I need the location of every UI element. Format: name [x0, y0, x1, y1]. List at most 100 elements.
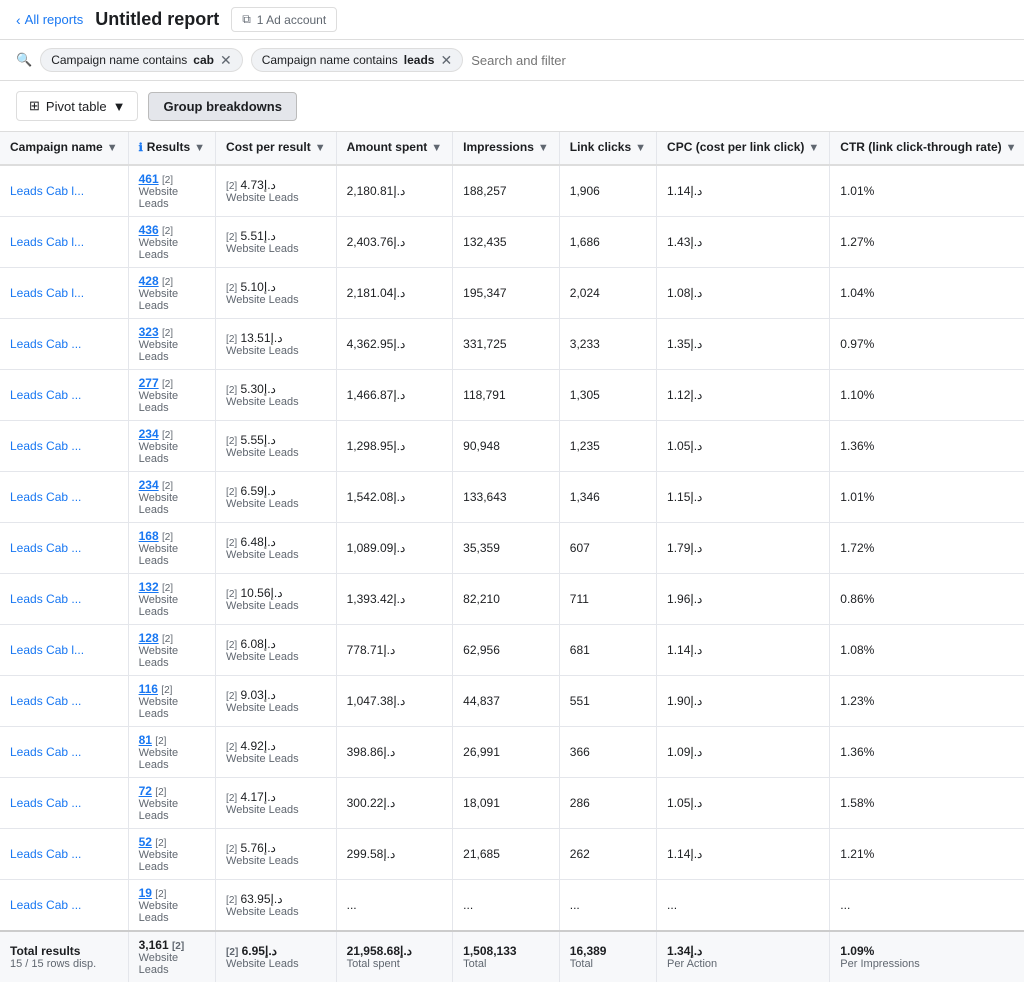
col-linkclicks: Link clicks ▼	[559, 132, 656, 165]
cell-amount-9: د.إ778.71	[336, 624, 453, 675]
campaign-link-4[interactable]: Leads Cab ...	[10, 388, 81, 402]
cell-cost-9: د.إ6.08 [2] Website Leads	[216, 624, 337, 675]
result-sub-4: Website Leads	[139, 390, 205, 414]
filter-search-input[interactable]	[471, 53, 1008, 68]
col-sort-impressions[interactable]: ▼	[538, 142, 549, 154]
col-sort-amount[interactable]: ▼	[431, 142, 442, 154]
result-num-2[interactable]: 428	[139, 274, 159, 288]
filter-bar: 🔍 Campaign name contains cab ✕ Campaign …	[0, 40, 1024, 81]
table-row: Leads Cab ... 277 [2] Website Leads د.إ5…	[0, 369, 1024, 420]
campaign-link-14[interactable]: Leads Cab ...	[10, 898, 81, 912]
cell-cost-10: د.إ9.03 [2] Website Leads	[216, 675, 337, 726]
cell-cpc-11: د.إ1.09	[657, 726, 830, 777]
cell-impressions-1: 132,435	[453, 216, 560, 267]
pivot-table-button[interactable]: ⊞ Pivot table ▼	[16, 91, 138, 121]
cell-cpc-9: د.إ1.14	[657, 624, 830, 675]
result-num-12[interactable]: 72	[139, 784, 152, 798]
ad-account-label: 1 Ad account	[257, 13, 326, 27]
campaign-link-0[interactable]: Leads Cab l...	[10, 184, 84, 198]
cell-cost-5: د.إ5.55 [2] Website Leads	[216, 420, 337, 471]
campaign-link-5[interactable]: Leads Cab ...	[10, 439, 81, 453]
group-breakdowns-button[interactable]: Group breakdowns	[148, 92, 296, 121]
result-num-8[interactable]: 132	[139, 580, 159, 594]
result-num-3[interactable]: 323	[139, 325, 159, 339]
cell-linkclicks-13: 262	[559, 828, 656, 879]
result-sub-12: Website Leads	[139, 798, 205, 822]
cell-campaign-9: Leads Cab l...	[0, 624, 128, 675]
col-sort-campaign[interactable]: ▼	[107, 142, 118, 154]
result-sub-1: Website Leads	[139, 237, 205, 261]
totals-linkclicks: 16,389 Total	[559, 931, 656, 982]
campaign-link-12[interactable]: Leads Cab ...	[10, 796, 81, 810]
result-num-10[interactable]: 116	[139, 682, 158, 696]
cell-ctr-2: 1.04%	[830, 267, 1024, 318]
cell-amount-13: د.إ299.58	[336, 828, 453, 879]
cell-amount-4: د.إ1,466.87	[336, 369, 453, 420]
campaign-link-2[interactable]: Leads Cab l...	[10, 286, 84, 300]
cell-linkclicks-2: 2,024	[559, 267, 656, 318]
filter-remove-2[interactable]: ✕	[440, 53, 452, 67]
cell-amount-10: د.إ1,047.38	[336, 675, 453, 726]
campaign-link-9[interactable]: Leads Cab l...	[10, 643, 84, 657]
result-sub-3: Website Leads	[139, 339, 205, 363]
col-sort-linkclicks[interactable]: ▼	[635, 142, 646, 154]
cell-impressions-6: 133,643	[453, 471, 560, 522]
cell-campaign-12: Leads Cab ...	[0, 777, 128, 828]
cell-amount-8: د.إ1,393.42	[336, 573, 453, 624]
cell-impressions-12: 18,091	[453, 777, 560, 828]
cell-cpc-10: د.إ1.90	[657, 675, 830, 726]
cell-amount-6: د.إ1,542.08	[336, 471, 453, 522]
col-sort-results[interactable]: ▼	[194, 142, 205, 154]
cell-campaign-7: Leads Cab ...	[0, 522, 128, 573]
campaign-link-3[interactable]: Leads Cab ...	[10, 337, 81, 351]
top-bar: ‹ All reports Untitled report ⧉ 1 Ad acc…	[0, 0, 1024, 40]
result-sub-9: Website Leads	[139, 645, 205, 669]
col-sort-cost[interactable]: ▼	[315, 142, 326, 154]
campaign-link-11[interactable]: Leads Cab ...	[10, 745, 81, 759]
filter-remove-1[interactable]: ✕	[220, 53, 232, 67]
result-num-5[interactable]: 234	[139, 427, 159, 441]
result-num-14[interactable]: 19	[139, 886, 152, 900]
results-info-icon: ℹ	[139, 141, 143, 154]
campaign-link-1[interactable]: Leads Cab l...	[10, 235, 84, 249]
cell-linkclicks-4: 1,305	[559, 369, 656, 420]
filter-chip-2[interactable]: Campaign name contains leads ✕	[251, 48, 464, 72]
result-num-7[interactable]: 168	[139, 529, 159, 543]
filter-chip-1[interactable]: Campaign name contains cab ✕	[40, 48, 243, 72]
table-row: Leads Cab ... 234 [2] Website Leads د.إ5…	[0, 420, 1024, 471]
result-num-1[interactable]: 436	[139, 223, 159, 237]
result-num-13[interactable]: 52	[139, 835, 152, 849]
campaign-link-10[interactable]: Leads Cab ...	[10, 694, 81, 708]
cell-ctr-0: 1.01%	[830, 165, 1024, 217]
result-num-4[interactable]: 277	[139, 376, 159, 390]
col-results: ℹ Results ▼	[128, 132, 215, 165]
campaign-link-7[interactable]: Leads Cab ...	[10, 541, 81, 555]
cell-ctr-3: 0.97%	[830, 318, 1024, 369]
cell-results-7: 168 [2] Website Leads	[128, 522, 215, 573]
back-link[interactable]: ‹ All reports	[16, 12, 83, 28]
cell-amount-5: د.إ1,298.95	[336, 420, 453, 471]
cell-results-0: 461 [2] Website Leads	[128, 165, 215, 217]
cell-ctr-1: 1.27%	[830, 216, 1024, 267]
table-row: Leads Cab ... 72 [2] Website Leads د.إ4.…	[0, 777, 1024, 828]
data-table: Campaign name ▼ ℹ Results ▼ Cost per res…	[0, 132, 1024, 982]
table-header-row: Campaign name ▼ ℹ Results ▼ Cost per res…	[0, 132, 1024, 165]
campaign-link-8[interactable]: Leads Cab ...	[10, 592, 81, 606]
result-num-9[interactable]: 128	[139, 631, 159, 645]
result-num-11[interactable]: 81	[139, 733, 152, 747]
ad-account-badge[interactable]: ⧉ 1 Ad account	[231, 7, 337, 32]
campaign-link-6[interactable]: Leads Cab ...	[10, 490, 81, 504]
col-sort-ctr[interactable]: ▼	[1006, 142, 1017, 154]
cell-ctr-8: 0.86%	[830, 573, 1024, 624]
col-sort-cpc[interactable]: ▼	[808, 142, 819, 154]
result-num-6[interactable]: 234	[139, 478, 159, 492]
cell-impressions-7: 35,359	[453, 522, 560, 573]
result-num-0[interactable]: 461	[139, 172, 159, 186]
cell-cost-4: د.إ5.30 [2] Website Leads	[216, 369, 337, 420]
cell-cpc-4: د.إ1.12	[657, 369, 830, 420]
campaign-link-13[interactable]: Leads Cab ...	[10, 847, 81, 861]
cell-cost-7: د.إ6.48 [2] Website Leads	[216, 522, 337, 573]
table-row: Leads Cab ... 81 [2] Website Leads د.إ4.…	[0, 726, 1024, 777]
cell-impressions-2: 195,347	[453, 267, 560, 318]
cell-impressions-0: 188,257	[453, 165, 560, 217]
